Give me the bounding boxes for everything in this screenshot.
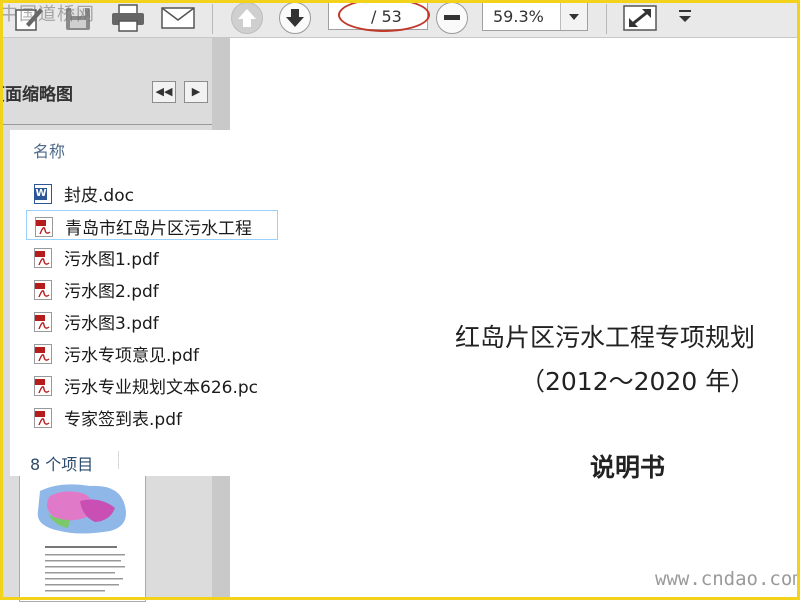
file-name: 专家签到表.pdf [64,410,182,430]
thumbnail-divider [0,124,215,125]
document-subtitle: 说明书 [590,453,666,482]
file-name: 青岛市红岛片区污水工程 [65,219,252,239]
page-thumbnail[interactable] [19,475,146,602]
word-file-icon: W [34,184,52,204]
zoom-out-button[interactable] [436,2,468,34]
pdf-file-icon [34,312,52,332]
file-explorer-list: 名称 W 封皮.doc 青岛市红岛片区污水工程 污水图1.pdf 污水图2.pdf 污水图… [10,130,278,476]
thumbnail-collapse-button[interactable]: ◀◀ [152,81,176,103]
zoom-out-icon [444,15,460,20]
file-list-item[interactable]: 青岛市红岛片区污水工程 [26,210,278,240]
file-name: 封皮.doc [64,186,134,206]
pdf-file-icon [34,376,52,396]
file-list-item[interactable]: 污水图1.pdf [26,242,278,272]
document-years: （2012～2020 年） [520,367,756,396]
zoom-value: 59.3% [493,7,544,26]
print-icon[interactable] [110,4,146,32]
page-down-icon [286,9,304,27]
file-list-item[interactable]: 污水专项意见.pdf [26,338,278,368]
item-count: 8 个项目 [30,455,94,474]
zoom-dropdown-icon [569,14,579,20]
thumbnail-panel-title: 页面缩略图 [0,85,73,105]
pdf-file-icon [34,280,52,300]
file-list-item[interactable]: W 封皮.doc [26,178,278,208]
zoom-dropdown-button[interactable] [560,2,587,30]
toolbar: / 53 59.3% [0,0,800,38]
pdf-file-icon [34,408,52,428]
page-up-icon [238,9,256,27]
file-list-item[interactable]: 污水图2.pdf [26,274,278,304]
status-separator [118,451,119,469]
toolbar-separator [212,4,213,34]
thumbnail-header: 页面缩略图 ◀◀ ▶ [0,56,215,126]
page-up-button[interactable] [231,2,263,34]
zoom-select[interactable]: 59.3% [482,1,588,31]
watermark-bottom: www.cndao.com [655,568,800,590]
file-name: 污水图1.pdf [64,250,159,270]
watermark-top: 中国道桥网 [0,4,95,25]
pdf-file-icon [34,344,52,364]
thumbnail-expand-button[interactable]: ▶ [184,81,208,103]
file-name: 污水专业规划文本626.pc [64,378,258,398]
file-list-item[interactable]: 专家签到表.pdf [26,402,278,432]
file-list-item[interactable]: 污水专业规划文本626.pc [26,370,278,400]
file-list-item[interactable]: 污水图3.pdf [26,306,278,336]
thumbnail-map-icon [37,484,126,592]
pdf-file-icon [35,217,53,237]
more-tools-icon[interactable] [676,4,694,32]
email-icon[interactable] [160,4,196,32]
file-name: 污水图3.pdf [64,314,159,334]
file-name: 污水专项意见.pdf [64,346,199,366]
pdf-file-icon [34,248,52,268]
file-name: 污水图2.pdf [64,282,159,302]
page-down-button[interactable] [279,2,311,34]
name-column-header[interactable]: 名称 [33,138,65,162]
document-title: 红岛片区污水工程专项规划 [455,323,756,352]
toolbar-separator [606,4,607,34]
fit-page-icon[interactable] [622,4,658,32]
